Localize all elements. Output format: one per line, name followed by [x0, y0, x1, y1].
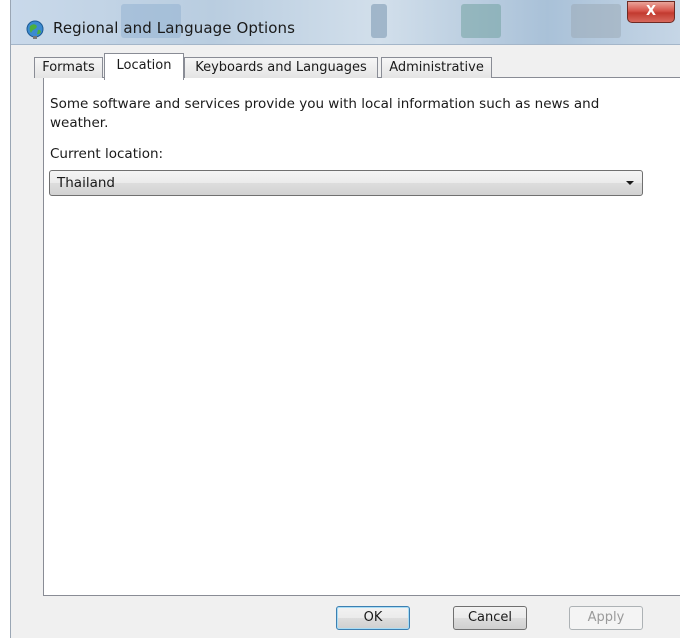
chevron-down-icon[interactable] — [626, 181, 634, 185]
glass-reflection — [571, 4, 621, 38]
tab-keyboards-and-languages[interactable]: Keyboards and Languages — [184, 57, 378, 78]
current-location-value: Thailand — [57, 175, 115, 191]
location-description: Some software and services provide you w… — [50, 96, 600, 131]
window-title: Regional and Language Options — [53, 19, 296, 37]
title-bar[interactable]: Regional and Language Options X — [11, 0, 680, 45]
apply-button[interactable]: Apply — [569, 606, 643, 630]
tab-location[interactable]: Location — [104, 53, 184, 80]
ok-button[interactable]: OK — [336, 606, 410, 630]
glass-reflection — [371, 4, 387, 38]
tab-formats[interactable]: Formats — [34, 57, 103, 78]
tab-administrative[interactable]: Administrative — [381, 57, 492, 78]
current-location-select[interactable]: Thailand — [49, 170, 643, 196]
cancel-button[interactable]: Cancel — [453, 606, 527, 630]
close-button[interactable]: X — [627, 1, 675, 23]
globe-icon — [25, 19, 45, 39]
glass-reflection — [461, 4, 501, 38]
current-location-label: Current location: — [50, 146, 164, 162]
